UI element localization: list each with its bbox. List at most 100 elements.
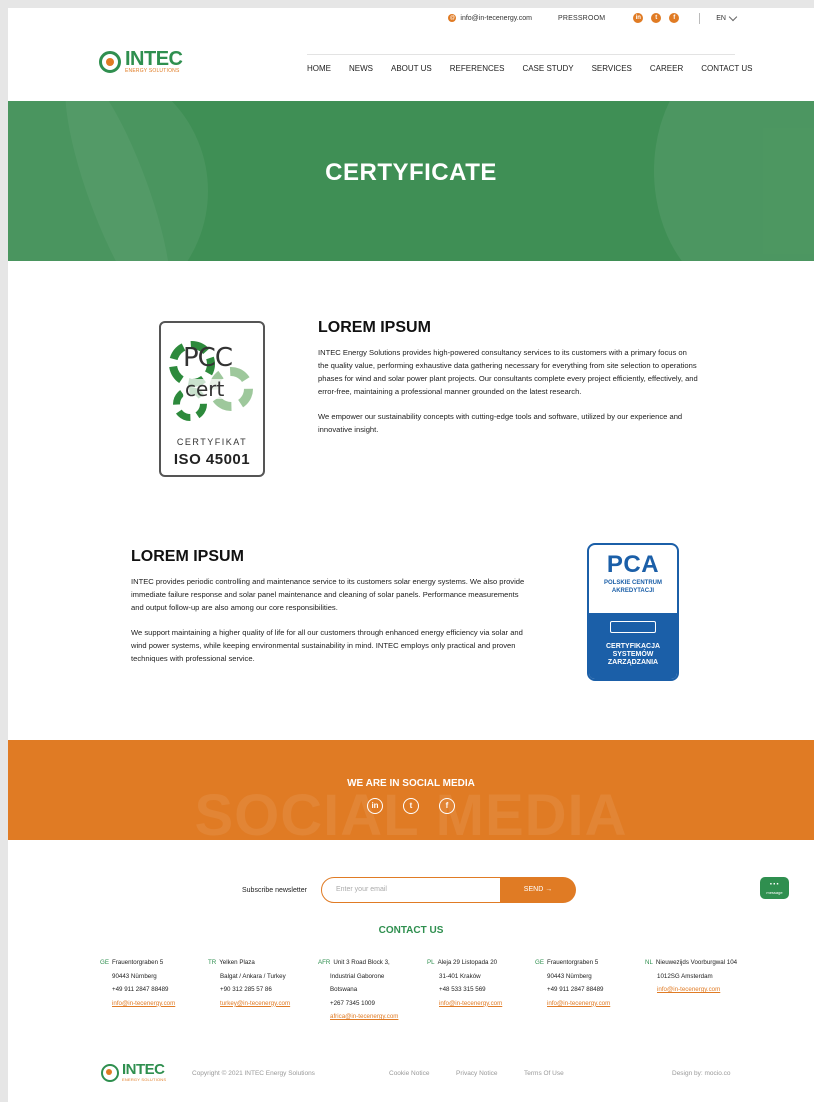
facebook-icon[interactable]: f	[439, 798, 455, 814]
main-nav: HOME NEWS ABOUT US REFERENCES CASE STUDY…	[307, 64, 752, 73]
chevron-down-icon	[728, 12, 738, 21]
pca-bottom-line3: ZARZĄDZANIA	[607, 659, 659, 666]
pca-bottom-line2: SYSTEMÓW	[612, 651, 654, 658]
mail-icon: @	[448, 14, 457, 22]
logo-tagline: ENERGY SOLUTIONS	[122, 1077, 167, 1082]
newsletter: Subscribe newsletter Enter your email SE…	[8, 877, 814, 905]
cert-label: CERTYFIKAT	[176, 437, 248, 447]
nav-home[interactable]: HOME	[307, 64, 331, 73]
page: @ info@in-tecenergy.com PRESSROOM in t f…	[8, 8, 814, 1102]
send-button[interactable]: SEND →	[500, 877, 576, 903]
office-email-link[interactable]: info@in-tecenergy.com	[100, 997, 175, 1011]
cert-standard: ISO 45001	[173, 451, 251, 468]
contact-title: CONTACT US	[378, 925, 444, 936]
cert-logo-line2: cert	[183, 377, 227, 401]
office-line: Industrial Gaborone	[330, 972, 385, 980]
page-title: CERTYFICATE	[325, 159, 497, 186]
social-title: WE ARE IN SOCIAL MEDIA	[347, 778, 475, 789]
office-phone: +48 533 315 569	[439, 986, 486, 994]
section-one-heading: LOREM IPSUM	[318, 319, 431, 336]
design-credit[interactable]: Design by: mocio.co	[672, 1070, 731, 1077]
office-phone: +49 911 2847 88489	[112, 986, 169, 994]
language-label: EN	[716, 14, 726, 22]
nav-news[interactable]: NEWS	[349, 64, 373, 73]
nav-contact-us[interactable]: CONTACT US	[701, 64, 752, 73]
nav-case-study[interactable]: CASE STUDY	[522, 64, 573, 73]
nav-services[interactable]: SERVICES	[592, 64, 632, 73]
divider	[699, 12, 701, 24]
section-one: LOREM IPSUM INTEC Energy Solutions provi…	[318, 319, 698, 436]
footer: INTEC ENERGY SOLUTIONS Copyright © 2021 …	[8, 1061, 814, 1093]
office-address: GE Frauentorgraben 5 90443 Nürnberg +49 9…	[535, 956, 610, 1010]
logo[interactable]: INTEC ENERGY SOLUTIONS	[99, 49, 183, 74]
footer-logo[interactable]: INTEC ENERGY SOLUTIONS	[101, 1061, 167, 1082]
pressroom-link[interactable]: PRESSROOM	[558, 15, 605, 22]
office-address: TR Yelken Plaza Balgat / Ankara / Turkey …	[208, 956, 290, 1010]
pca-bottom-line1: CERTYFIKACJA	[605, 643, 661, 650]
office-code: GE	[535, 959, 544, 966]
office-address: PL Aleja 29 Listopada 20 31-401 Kraków +4…	[427, 956, 502, 1010]
section-one-paragraph: We empower our sustainability concepts w…	[318, 412, 683, 434]
office-line: 90443 Nürnberg	[112, 972, 157, 980]
copyright-text: Copyright © 2021 INTEC Energy Solutions	[192, 1070, 315, 1077]
cookie-notice-link[interactable]: Cookie Notice	[389, 1070, 429, 1077]
twitter-icon[interactable]: t	[403, 798, 419, 814]
office-email-link[interactable]: africa@in-tecenergy.com	[318, 1010, 398, 1024]
section-two-paragraph: We support maintaining a higher quality …	[131, 628, 523, 663]
email-link[interactable]: @ info@in-tecenergy.com	[448, 14, 532, 22]
nav-about-us[interactable]: ABOUT US	[391, 64, 432, 73]
office-email-link[interactable]: info@in-tecenergy.com	[535, 997, 610, 1011]
office-email-link[interactable]: info@in-tecenergy.com	[645, 983, 737, 997]
office-phone: +90 312 285 57 86	[220, 986, 272, 994]
section-two: LOREM IPSUM INTEC provides periodic cont…	[131, 548, 526, 665]
office-line: Botswana	[330, 986, 358, 994]
section-two-heading: LOREM IPSUM	[131, 548, 244, 565]
social-media-banner: SOCIAL MEDIA WE ARE IN SOCIAL MEDIA in t…	[8, 740, 814, 840]
office-line: 31-401 Kraków	[439, 972, 481, 980]
chat-button[interactable]: ··· message	[760, 877, 789, 899]
privacy-notice-link[interactable]: Privacy Notice	[456, 1070, 498, 1077]
nav-divider	[307, 54, 735, 55]
logo-name: INTEC	[122, 1061, 165, 1078]
office-email-link[interactable]: info@in-tecenergy.com	[427, 997, 502, 1011]
section-two-paragraph: INTEC provides periodic controlling and …	[131, 577, 525, 612]
office-line: Frauentorgraben 5	[111, 959, 164, 966]
header: INTEC ENERGY SOLUTIONS HOME NEWS ABOUT U…	[8, 28, 814, 101]
facebook-icon[interactable]: f	[669, 13, 680, 23]
office-phone: +49 911 2847 88489	[547, 986, 604, 994]
linkedin-icon[interactable]: in	[633, 13, 644, 23]
logo-tagline: ENERGY SOLUTIONS	[125, 68, 180, 74]
office-code: NL	[645, 959, 653, 966]
office-line: Aleja 29 Listopada 20	[437, 959, 498, 966]
office-code: GE	[100, 959, 109, 966]
newsletter-label: Subscribe newsletter	[242, 887, 307, 894]
chat-label: message	[766, 890, 783, 895]
pca-logo: PCA	[606, 551, 660, 578]
nav-career[interactable]: CAREER	[650, 64, 683, 73]
office-line: 90443 Nürnberg	[547, 972, 592, 980]
office-line: 1012SG Amsterdam	[657, 972, 713, 980]
office-email-link[interactable]: turkey@in-tecenergy.com	[208, 997, 290, 1011]
logo-mark-icon	[99, 51, 121, 73]
office-address: GE Frauentorgraben 5 90443 Nürnberg +49 9…	[100, 956, 175, 1010]
social-icons: in t f	[8, 798, 814, 814]
pcc-cert-image: PCC cert CERTYFIKAT ISO 45001	[159, 321, 265, 477]
office-line: Yelken Plaza	[219, 959, 255, 966]
chat-dots-icon: ···	[769, 879, 780, 890]
section-one-paragraph: INTEC Energy Solutions provides high-pow…	[318, 348, 698, 396]
chain-icon	[610, 621, 656, 633]
office-line: Unit 3 Road Block 3,	[333, 959, 390, 966]
hero-banner: CERTYFICATE	[8, 101, 814, 261]
twitter-icon[interactable]: t	[651, 13, 662, 23]
email-text: info@in-tecenergy.com	[460, 14, 532, 22]
cert-logo-line1: PCC	[183, 343, 233, 373]
pca-name-line2: AKREDYTACJI	[611, 588, 655, 594]
linkedin-icon[interactable]: in	[367, 798, 383, 814]
top-bar: @ info@in-tecenergy.com PRESSROOM in t f…	[8, 8, 814, 28]
language-selector[interactable]: EN	[716, 12, 738, 22]
newsletter-email-input[interactable]: Enter your email	[321, 877, 501, 903]
terms-of-use-link[interactable]: Terms Of Use	[524, 1070, 564, 1077]
nav-references[interactable]: REFERENCES	[450, 64, 505, 73]
pca-cert-image: PCA POLSKIE CENTRUM AKREDYTACJI CERTYFIK…	[587, 543, 679, 681]
office-line: Balgat / Ankara / Turkey	[220, 972, 286, 980]
